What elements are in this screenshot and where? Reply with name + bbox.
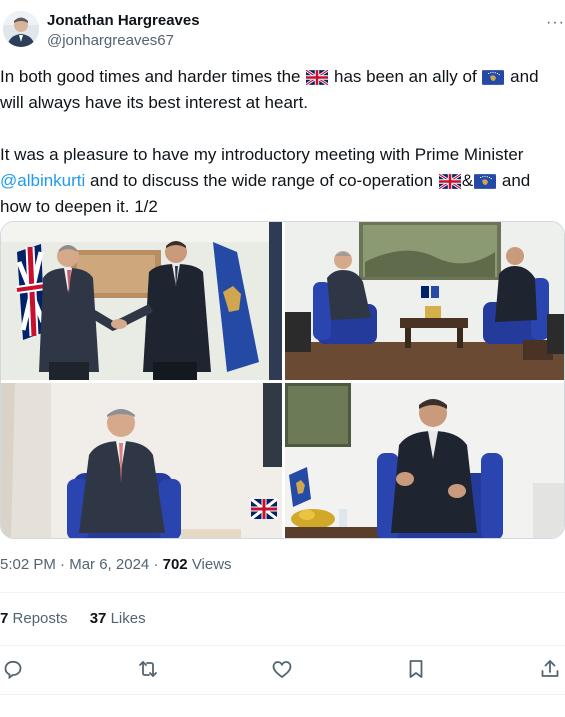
views-count: 702 <box>162 556 188 573</box>
tweet-time[interactable]: 5:02 PM <box>0 556 56 573</box>
uk-flag-icon <box>437 171 462 191</box>
share-icon[interactable] <box>538 657 565 685</box>
meta-separator: · <box>60 556 66 573</box>
reply-icon[interactable] <box>1 657 29 685</box>
like-icon[interactable] <box>270 657 298 685</box>
tweet-text-segment: In both good times and harder times the <box>0 67 301 86</box>
media-grid <box>0 221 565 539</box>
likes-count: 37 <box>89 610 107 627</box>
likes-label: Likes <box>110 610 146 627</box>
meta-separator: · <box>153 556 159 573</box>
author-handle[interactable]: @jonhargreaves67 <box>47 32 174 49</box>
kosovo-flag-icon <box>482 67 505 85</box>
tweet-header: Jonathan Hargreaves @jonhargreaves67 ··· <box>0 8 565 54</box>
tweet-text-segment: It was a pleasure to have my introductor… <box>0 145 524 164</box>
mention-link[interactable]: @albinkurti <box>0 171 85 190</box>
photo-meeting-wide[interactable] <box>285 222 564 380</box>
ampersand: & <box>461 171 474 190</box>
tweet-paragraph-1: In both good times and harder times the … <box>0 64 560 116</box>
avatar[interactable] <box>3 11 39 47</box>
divider <box>0 592 565 593</box>
author-name[interactable]: Jonathan Hargreaves <box>47 12 200 29</box>
tweet-meta: 5:02 PM · Mar 6, 2024 · 702 Views <box>0 556 232 573</box>
tweet-date[interactable]: Mar 6, 2024 <box>69 556 149 573</box>
photo-seated-left[interactable] <box>1 383 282 538</box>
likes-stat[interactable]: 37 Likes <box>90 610 146 627</box>
bookmark-icon[interactable] <box>404 657 432 685</box>
tweet-text: In both good times and harder times the … <box>0 64 560 220</box>
reposts-label: Reposts <box>12 610 68 627</box>
tweet-paragraph-2: It was a pleasure to have my introductor… <box>0 142 560 220</box>
reposts-stat[interactable]: 7 Reposts <box>0 610 68 627</box>
photo-handshake[interactable] <box>1 222 282 380</box>
views-label: Views <box>191 556 232 573</box>
tweet-text-segment: has been an ally of <box>333 67 477 86</box>
uk-flag-icon <box>305 67 330 87</box>
reposts-count: 7 <box>0 610 9 627</box>
more-icon[interactable]: ··· <box>546 14 565 32</box>
divider <box>0 645 565 646</box>
tweet-text-segment: and to discuss the wide range of co-oper… <box>90 171 434 190</box>
repost-icon[interactable] <box>136 657 164 685</box>
kosovo-flag-icon <box>474 171 497 189</box>
action-bar <box>0 653 565 687</box>
tweet-stats: 7 Reposts 37 Likes <box>0 610 164 627</box>
photo-seated-right[interactable] <box>285 383 564 538</box>
divider <box>0 694 565 695</box>
